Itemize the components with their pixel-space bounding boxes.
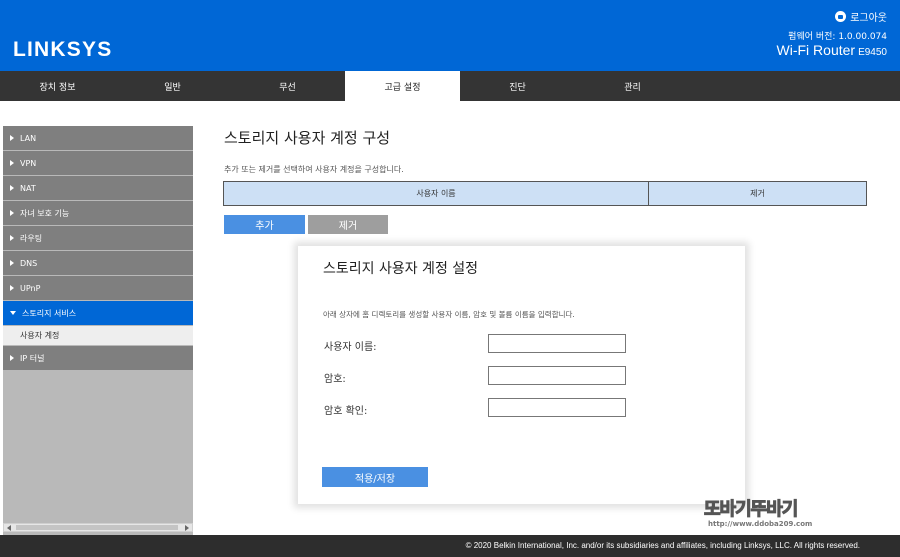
sidebar-item-label: NAT (20, 183, 36, 193)
column-header-remove: 제거 (750, 189, 765, 198)
sidebar-subitem-user-account[interactable]: 사용자 계정 (3, 326, 193, 345)
password-field[interactable] (488, 366, 626, 385)
chevron-right-icon (10, 235, 14, 241)
column-header-username: 사용자 이름 (224, 182, 649, 205)
username-field[interactable] (488, 334, 626, 353)
sidebar: LAN VPN NAT 자녀 보호 기능 라우팅 DNS UPnP 스토리지 서… (3, 126, 193, 535)
page-description: 추가 또는 제거를 선택하여 사용자 계정을 구성합니다. (224, 165, 404, 174)
page-title: 스토리지 사용자 계정 구성 (224, 129, 391, 147)
watermark: 또바기뚜바기 (703, 499, 798, 521)
firmware-version: 펌웨어 버전: 1.0.00.074 (788, 32, 887, 42)
chevron-right-icon (10, 210, 14, 216)
sidebar-item-label: 라우팅 (20, 233, 43, 243)
password-label: 암호: (324, 374, 346, 385)
sidebar-item-label: DNS (20, 258, 38, 268)
sidebar-item-vpn[interactable]: VPN (3, 151, 193, 175)
sidebar-item-label: 스토리지 서비스 (22, 308, 77, 318)
tab-management[interactable]: 관리 (575, 71, 690, 101)
sidebar-item-label: IP 터널 (20, 353, 45, 363)
storage-account-dialog: 스토리지 사용자 계정 설정 아래 상자에 홈 디렉토리를 생성할 사용자 이름… (298, 246, 745, 504)
sidebar-item-lan[interactable]: LAN (3, 126, 193, 150)
model-number: E9450 (858, 47, 887, 58)
chevron-right-icon (10, 160, 14, 166)
header-bar: LINKSYS 로그아웃 펌웨어 버전: 1.0.00.074 Wi-Fi Ro… (0, 0, 900, 71)
content-top-strip (0, 101, 900, 126)
sidebar-item-nat[interactable]: NAT (3, 176, 193, 200)
sidebar-item-dns[interactable]: DNS (3, 251, 193, 275)
apply-save-button[interactable]: 적용/저장 (322, 467, 428, 487)
tab-general[interactable]: 일반 (115, 71, 230, 101)
chevron-right-icon (10, 135, 14, 141)
tab-wireless[interactable]: 무선 (230, 71, 345, 101)
lock-icon (835, 11, 847, 22)
scroll-left-icon[interactable] (7, 525, 11, 531)
dialog-title: 스토리지 사용자 계정 설정 (323, 261, 479, 277)
chevron-right-icon (10, 285, 14, 291)
logout-link[interactable]: 로그아웃 (835, 9, 887, 24)
sidebar-item-parental-control[interactable]: 자녀 보호 기능 (3, 201, 193, 225)
sidebar-item-upnp[interactable]: UPnP (3, 276, 193, 300)
sidebar-horizontal-scrollbar[interactable] (3, 523, 193, 532)
router-model: Wi-Fi Router E9450 (777, 42, 887, 58)
sidebar-item-routing[interactable]: 라우팅 (3, 226, 193, 250)
tab-diagnostics[interactable]: 진단 (460, 71, 575, 101)
copyright-text: © 2020 Belkin International, Inc. and/or… (465, 541, 860, 550)
confirm-password-label: 암호 확인: (324, 406, 368, 417)
add-user-button[interactable]: 추가 (224, 215, 305, 234)
main-nav: 장치 정보 일반 무선 고급 설정 진단 관리 (0, 71, 900, 101)
footer: © 2020 Belkin International, Inc. and/or… (0, 535, 900, 557)
chevron-right-icon (10, 185, 14, 191)
tab-advanced-settings[interactable]: 고급 설정 (345, 71, 460, 101)
sidebar-item-label: VPN (20, 158, 37, 168)
sidebar-item-label: LAN (20, 133, 37, 143)
confirm-password-field[interactable] (488, 398, 626, 417)
sidebar-item-storage-service[interactable]: 스토리지 서비스 (3, 301, 193, 325)
logout-label: 로그아웃 (850, 13, 887, 24)
username-label: 사용자 이름: (324, 342, 377, 353)
model-name: Wi-Fi Router (776, 42, 856, 58)
linksys-logo: LINKSYS (13, 38, 113, 61)
sidebar-item-label: UPnP (20, 283, 41, 293)
chevron-down-icon (10, 311, 16, 315)
remove-user-button[interactable]: 제거 (308, 215, 388, 234)
chevron-right-icon (10, 355, 14, 361)
scroll-right-icon[interactable] (185, 525, 189, 531)
user-account-table: 사용자 이름 제거 (223, 181, 867, 206)
chevron-right-icon (10, 260, 14, 266)
scrollbar-thumb[interactable] (16, 525, 178, 530)
dialog-description: 아래 상자에 홈 디렉토리를 생성할 사용자 이름, 암호 및 볼륨 이름을 입… (323, 310, 575, 319)
tab-device-info[interactable]: 장치 정보 (0, 71, 115, 101)
sidebar-item-ip-tunnel[interactable]: IP 터널 (3, 346, 193, 370)
router-admin-page: LINKSYS 로그아웃 펌웨어 버전: 1.0.00.074 Wi-Fi Ro… (0, 0, 900, 557)
watermark-url: http://www.ddoba209.com (708, 520, 813, 528)
sidebar-item-label: 자녀 보호 기능 (20, 208, 70, 218)
